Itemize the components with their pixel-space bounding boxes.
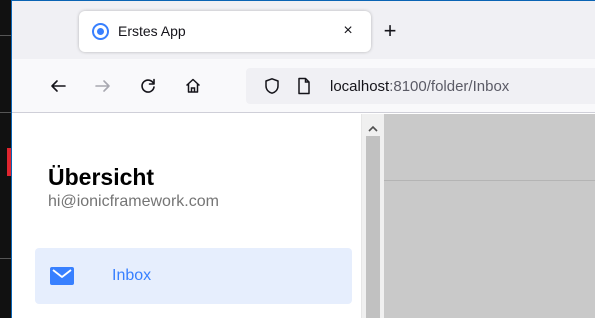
- home-icon[interactable]: [181, 74, 205, 98]
- ionic-favicon-icon: [92, 23, 109, 40]
- new-tab-button[interactable]: +: [378, 19, 402, 43]
- menu-item-label: Inbox: [112, 267, 152, 284]
- tab-title: Erstes App: [118, 23, 186, 39]
- url-text[interactable]: localhost:8100/folder/Inbox: [330, 78, 509, 95]
- browser-window: Erstes App × + localhost:8100/folder/Inb…: [11, 0, 595, 318]
- shield-icon[interactable]: [260, 74, 284, 98]
- side-menu: Übersicht hi@ionicframework.com Inbox: [12, 114, 361, 318]
- mail-icon: [50, 267, 74, 290]
- page-icon[interactable]: [292, 74, 316, 98]
- menu-backdrop[interactable]: [384, 114, 595, 318]
- edge-divider: [0, 112, 11, 113]
- forward-icon[interactable]: [91, 74, 115, 98]
- tab-strip: Erstes App × +: [12, 1, 595, 59]
- back-icon[interactable]: [46, 74, 70, 98]
- edge-divider: [0, 258, 11, 259]
- menu-subtitle: hi@ionicframework.com: [48, 193, 219, 210]
- menu-scrollbar[interactable]: [361, 114, 384, 318]
- reload-icon[interactable]: [136, 74, 160, 98]
- navigation-toolbar: localhost:8100/folder/Inbox: [12, 59, 595, 113]
- header-divider: [384, 180, 595, 181]
- background-window-edge: [0, 0, 11, 318]
- url-host: localhost: [330, 78, 390, 95]
- menu-title: Übersicht: [48, 164, 155, 190]
- browser-tab[interactable]: Erstes App ×: [79, 11, 371, 52]
- scrollbar-thumb[interactable]: [366, 136, 380, 318]
- tab-close-button[interactable]: ×: [337, 20, 359, 42]
- menu-item-inbox[interactable]: Inbox: [35, 248, 352, 304]
- url-path: :8100/folder/Inbox: [389, 78, 510, 95]
- edge-divider: [0, 35, 11, 36]
- url-bar[interactable]: localhost:8100/folder/Inbox: [246, 68, 595, 104]
